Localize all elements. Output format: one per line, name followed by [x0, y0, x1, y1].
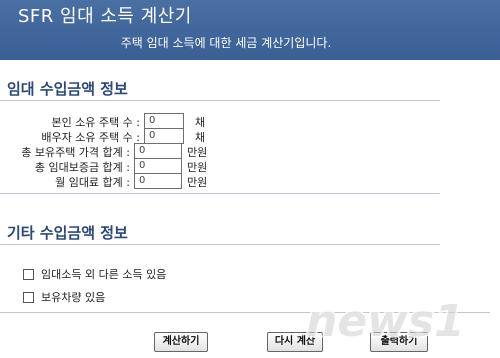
form-row-total-deposit: 총 임대보증금 합계 : 0 만원 — [0, 158, 300, 174]
check-row-vehicle[interactable]: 보유차량 있음 — [23, 289, 105, 305]
app-subtitle: 주택 임대 소득에 대한 세금 계산기입니다. — [120, 36, 332, 50]
app-title: SFR 임대 소득 계산기 — [18, 6, 192, 27]
form-row-total-house-price: 총 보유주택 가격 합계 : 0 만원 — [0, 143, 300, 159]
other-income-checkbox[interactable] — [23, 268, 34, 280]
check-row-other-income[interactable]: 임대소득 외 다른 소득 있음 — [23, 266, 166, 282]
monthly-rent-input[interactable]: 0 — [134, 173, 182, 189]
news1-watermark-logo: news1 news1 — [305, 295, 467, 349]
monthly-rent-label: 월 임대료 합계 : — [55, 176, 130, 189]
monthly-rent-unit: 만원 — [187, 176, 208, 189]
section-divider — [0, 244, 440, 245]
calculate-button[interactable]: 계산하기 — [154, 332, 208, 352]
total-deposit-input[interactable]: 0 — [134, 158, 182, 174]
total-house-price-input[interactable]: 0 — [134, 143, 182, 159]
form-row-monthly-rent: 월 임대료 합계 : 0 만원 — [0, 173, 300, 189]
form-row-own-houses: 본인 소유 주택 수 : 0 채 — [0, 113, 300, 129]
own-houses-input[interactable]: 0 — [144, 113, 184, 129]
vehicle-checkbox[interactable] — [23, 291, 34, 303]
section-title-other-income: 기타 수입금액 정보 — [7, 224, 128, 242]
svg-text:news1: news1 — [306, 296, 465, 347]
app-header: SFR 임대 소득 계산기 주택 임대 소득에 대한 세금 계산기입니다. — [0, 0, 500, 60]
section-divider — [0, 100, 440, 101]
other-income-label: 임대소득 외 다른 소득 있음 — [41, 268, 167, 281]
section-title-rental-income: 임대 수입금액 정보 — [7, 80, 128, 98]
spouse-houses-input[interactable]: 0 — [144, 128, 184, 144]
vehicle-label: 보유차량 있음 — [41, 291, 106, 304]
section-divider — [0, 193, 440, 194]
form-row-spouse-houses: 배우자 소유 주택 수 : 0 채 — [0, 128, 300, 144]
